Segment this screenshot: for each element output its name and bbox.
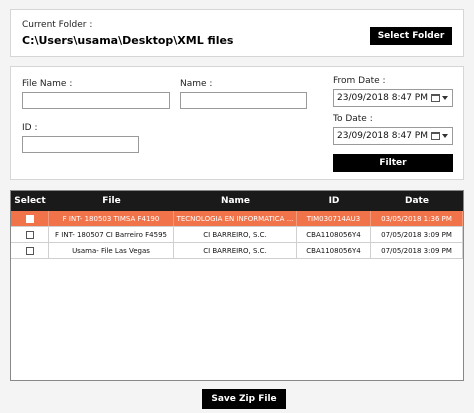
chevron-down-icon[interactable] [442,134,448,138]
to-date-value: 23/09/2018 8:47 PM [337,131,428,141]
to-date-label: To Date : [333,114,373,124]
select-folder-button[interactable]: Select Folder [370,27,452,45]
row-name-cell: CI BARREIRO, S.C. [174,243,297,258]
row-name-cell: CI BARREIRO, S.C. [174,227,297,242]
filter-button[interactable]: Filter [333,154,453,172]
files-grid: Select File Name ID Date F INT- 180503 T… [10,190,464,381]
calendar-icon[interactable] [431,94,440,102]
calendar-icon[interactable] [431,132,440,140]
row-select-cell [11,211,49,226]
table-row[interactable]: F INT- 180507 CI Barreiro F4595 CI BARRE… [11,227,463,243]
row-checkbox[interactable] [25,230,34,239]
column-header-date[interactable]: Date [371,196,463,206]
column-header-name[interactable]: Name [174,196,297,206]
current-folder-label: Current Folder : [22,20,93,30]
column-header-id[interactable]: ID [297,196,371,206]
chevron-down-icon[interactable] [442,96,448,100]
file-name-label: File Name : [22,79,73,89]
name-label: Name : [180,79,213,89]
id-label: ID : [22,123,38,133]
row-checkbox[interactable] [25,246,34,255]
id-input[interactable] [22,136,139,153]
table-row[interactable]: F INT- 180503 TIMSA F4190 TECNOLOGIA EN … [11,211,463,227]
row-file-cell: F INT- 180503 TIMSA F4190 [49,211,174,226]
file-name-input[interactable] [22,92,170,109]
grid-header: Select File Name ID Date [11,191,463,211]
name-input[interactable] [180,92,307,109]
row-id-cell: CBA1108056Y4 [297,227,371,242]
row-name-cell: TECNOLOGIA EN INFORMATICA ... [174,211,297,226]
row-date-cell: 03/05/2018 1:36 PM [371,211,463,226]
row-id-cell: TIM030714AU3 [297,211,371,226]
from-date-value: 23/09/2018 8:47 PM [337,93,428,103]
row-file-cell: F INT- 180507 CI Barreiro F4595 [49,227,174,242]
row-file-cell: Usama- File Las Vegas [49,243,174,258]
save-zip-file-button[interactable]: Save Zip File [202,389,286,409]
row-id-cell: CBA1108056Y4 [297,243,371,258]
row-date-cell: 07/05/2018 3:09 PM [371,227,463,242]
to-date-picker[interactable]: 23/09/2018 8:47 PM [333,127,453,145]
filter-panel: File Name : Name : ID : From Date : 23/0… [10,66,464,180]
table-row[interactable]: Usama- File Las Vegas CI BARREIRO, S.C. … [11,243,463,259]
folder-panel: Current Folder : C:\Users\usama\Desktop\… [10,9,464,57]
row-select-cell [11,243,49,258]
from-date-picker[interactable]: 23/09/2018 8:47 PM [333,89,453,107]
row-select-cell [11,227,49,242]
column-header-file[interactable]: File [49,196,174,206]
from-date-label: From Date : [333,76,386,86]
current-folder-path: C:\Users\usama\Desktop\XML files [22,34,234,47]
column-header-select[interactable]: Select [11,196,49,206]
row-date-cell: 07/05/2018 3:09 PM [371,243,463,258]
row-checkbox[interactable] [25,214,34,223]
